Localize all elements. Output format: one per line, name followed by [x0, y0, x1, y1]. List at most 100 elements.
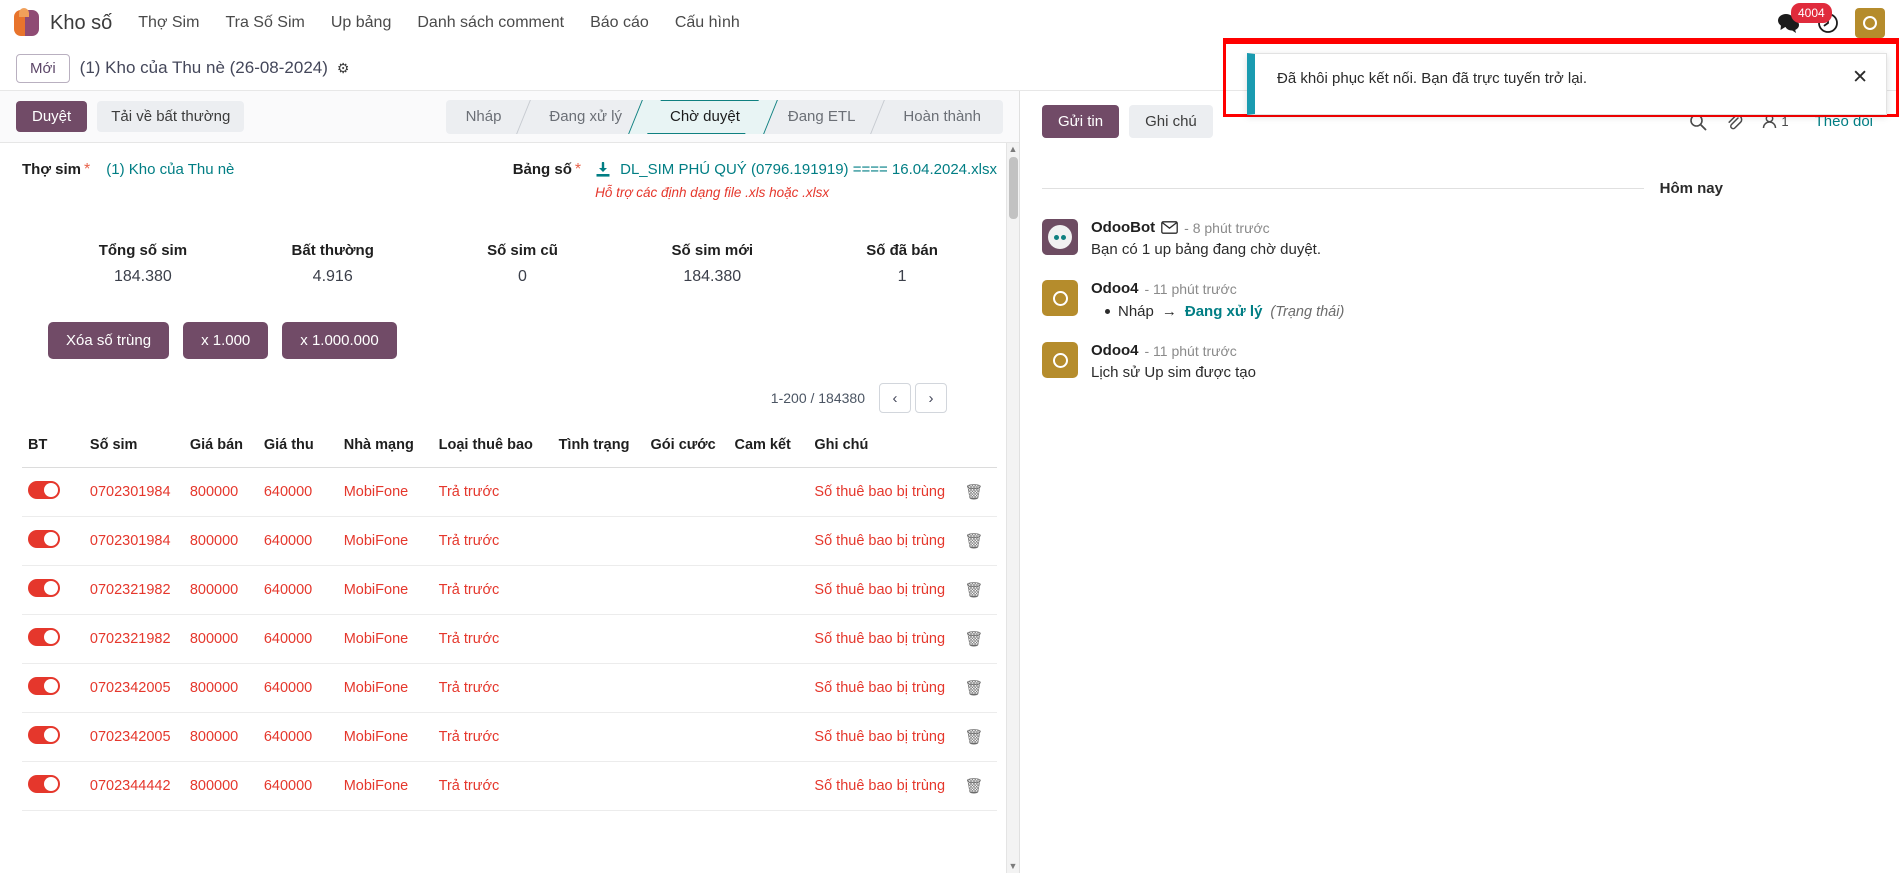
user-avatar-small[interactable]: [1042, 280, 1078, 316]
menu-item-danh-sach-comment[interactable]: Danh sách comment: [417, 14, 564, 32]
table-row[interactable]: 0702321982 800000 640000 MobiFone Trả trước S…: [22, 565, 997, 615]
cell-ghi-chu[interactable]: Số thuê bao bị trùng: [808, 516, 952, 566]
tho-sim-value[interactable]: (1) Kho của Thu nè: [106, 161, 234, 178]
cell-tinh-trang[interactable]: [552, 516, 645, 566]
row-active-toggle[interactable]: [28, 628, 60, 646]
cell-goi-cuoc[interactable]: [644, 663, 729, 713]
pager-previous-button[interactable]: ‹: [879, 383, 911, 413]
send-message-button[interactable]: Gửi tin: [1042, 105, 1120, 138]
cell-tinh-trang[interactable]: [552, 614, 645, 664]
cell-nha-mang[interactable]: MobiFone: [337, 467, 433, 517]
cell-tinh-trang[interactable]: [552, 663, 645, 713]
cell-gia-ban[interactable]: 800000: [183, 516, 258, 566]
row-active-toggle[interactable]: [28, 677, 60, 695]
form-scrollbar[interactable]: ▲ ▼: [1006, 143, 1019, 873]
attachment-file-name[interactable]: DL_SIM PHÚ QUÝ (0796.191919) ==== 16.04.…: [620, 161, 997, 178]
download-abnormal-button[interactable]: Tải về bất thường: [97, 101, 245, 132]
cell-tinh-trang[interactable]: [552, 761, 645, 811]
cell-tinh-trang[interactable]: [552, 565, 645, 615]
user-avatar-small[interactable]: [1042, 342, 1078, 378]
cell-nha-mang[interactable]: MobiFone: [337, 565, 433, 615]
row-active-toggle[interactable]: [28, 775, 60, 793]
cell-gia-ban[interactable]: 800000: [183, 663, 258, 713]
col-loai-thue-bao[interactable]: Loại thuê bao: [432, 429, 553, 468]
cell-so-sim[interactable]: 0702344442: [83, 761, 184, 811]
row-active-toggle[interactable]: [28, 530, 60, 548]
status-dang-etl[interactable]: Đang ETL: [762, 100, 878, 134]
col-so-sim[interactable]: Số sim: [83, 429, 184, 468]
toast-close-icon[interactable]: ✕: [1838, 68, 1868, 87]
menu-item-bao-cao[interactable]: Báo cáo: [590, 14, 649, 32]
cell-gia-thu[interactable]: 640000: [257, 712, 338, 762]
table-row[interactable]: 0702301984 800000 640000 MobiFone Trả trước S…: [22, 516, 997, 566]
user-avatar[interactable]: [1855, 8, 1885, 38]
cell-ghi-chu[interactable]: Số thuê bao bị trùng: [808, 467, 952, 517]
trash-icon[interactable]: 🗑: [964, 484, 983, 501]
col-nha-mang[interactable]: Nhà mạng: [337, 429, 433, 468]
trash-icon[interactable]: 🗑: [964, 631, 983, 648]
trash-icon[interactable]: 🗑: [964, 729, 983, 746]
cell-loai-thue-bao[interactable]: Trả trước: [432, 516, 553, 566]
col-gia-ban[interactable]: Giá bán: [183, 429, 258, 468]
follow-button[interactable]: Theo dõi: [1815, 113, 1873, 130]
cell-loai-thue-bao[interactable]: Trả trước: [432, 712, 553, 762]
cell-loai-thue-bao[interactable]: Trả trước: [432, 761, 553, 811]
status-nhap[interactable]: Nháp: [446, 100, 524, 134]
col-bt[interactable]: BT: [22, 429, 84, 468]
menu-item-cau-hinh[interactable]: Cấu hình: [675, 14, 740, 32]
followers-button[interactable]: 1: [1761, 113, 1789, 130]
cell-loai-thue-bao[interactable]: Trả trước: [432, 614, 553, 664]
trash-icon[interactable]: 🗑: [964, 582, 983, 599]
cell-tinh-trang[interactable]: [552, 467, 645, 517]
cell-loai-thue-bao[interactable]: Trả trước: [432, 565, 553, 615]
col-goi-cuoc[interactable]: Gói cước: [644, 429, 729, 468]
cell-gia-thu[interactable]: 640000: [257, 663, 338, 713]
menu-item-tra-so-sim[interactable]: Tra Số Sim: [225, 14, 304, 32]
multiply-1000000-button[interactable]: x 1.000.000: [282, 322, 397, 359]
cell-gia-thu[interactable]: 640000: [257, 761, 338, 811]
row-active-toggle[interactable]: [28, 579, 60, 597]
status-cho-duyet[interactable]: Chờ duyệt: [644, 99, 762, 134]
row-active-toggle[interactable]: [28, 481, 60, 499]
scrollbar-thumb[interactable]: [1009, 157, 1018, 219]
cell-nha-mang[interactable]: MobiFone: [337, 712, 433, 762]
scroll-down-arrow-icon[interactable]: ▼: [1007, 860, 1019, 873]
col-tinh-trang[interactable]: Tình trạng: [552, 429, 645, 468]
status-hoan-thanh[interactable]: Hoàn thành: [877, 100, 1003, 134]
dedupe-button[interactable]: Xóa số trùng: [48, 322, 170, 359]
table-row[interactable]: 0702342005 800000 640000 MobiFone Trả trước S…: [22, 663, 997, 713]
cell-ghi-chu[interactable]: Số thuê bao bị trùng: [808, 761, 952, 811]
cell-so-sim[interactable]: 0702321982: [83, 565, 184, 615]
cell-gia-thu[interactable]: 640000: [257, 614, 338, 664]
table-row[interactable]: 0702344442 800000 640000 MobiFone Trả trước S…: [22, 761, 997, 811]
cell-goi-cuoc[interactable]: [644, 614, 729, 664]
table-row[interactable]: 0702342005 800000 640000 MobiFone Trả trước S…: [22, 712, 997, 762]
trash-icon[interactable]: 🗑: [964, 778, 983, 795]
cell-ghi-chu[interactable]: Số thuê bao bị trùng: [808, 565, 952, 615]
cell-cam-ket[interactable]: [728, 565, 809, 615]
cell-gia-thu[interactable]: 640000: [257, 467, 338, 517]
cell-gia-thu[interactable]: 640000: [257, 565, 338, 615]
table-row[interactable]: 0702301984 800000 640000 MobiFone Trả trước S…: [22, 467, 997, 517]
status-dang-xu-ly[interactable]: Đang xử lý: [523, 100, 644, 134]
cell-cam-ket[interactable]: [728, 467, 809, 517]
row-active-toggle[interactable]: [28, 726, 60, 744]
trash-icon[interactable]: 🗑: [964, 533, 983, 550]
cell-ghi-chu[interactable]: Số thuê bao bị trùng: [808, 712, 952, 762]
search-messages-button[interactable]: [1689, 113, 1707, 131]
cell-nha-mang[interactable]: MobiFone: [337, 516, 433, 566]
log-note-button[interactable]: Ghi chú: [1129, 105, 1213, 138]
approve-button[interactable]: Duyệt: [16, 101, 88, 132]
gear-icon[interactable]: ⚙: [337, 60, 350, 77]
cell-so-sim[interactable]: 0702342005: [83, 663, 184, 713]
trash-icon[interactable]: 🗑: [964, 680, 983, 697]
brand-name[interactable]: Kho số: [50, 12, 112, 35]
cell-loai-thue-bao[interactable]: Trả trước: [432, 467, 553, 517]
messages-button[interactable]: 4004: [1777, 3, 1832, 34]
cell-goi-cuoc[interactable]: [644, 516, 729, 566]
col-cam-ket[interactable]: Cam kết: [728, 429, 809, 468]
attachments-button[interactable]: [1725, 113, 1743, 131]
menu-item-tho-sim[interactable]: Thợ Sim: [138, 14, 199, 32]
cell-gia-ban[interactable]: 800000: [183, 467, 258, 517]
cell-cam-ket[interactable]: [728, 663, 809, 713]
